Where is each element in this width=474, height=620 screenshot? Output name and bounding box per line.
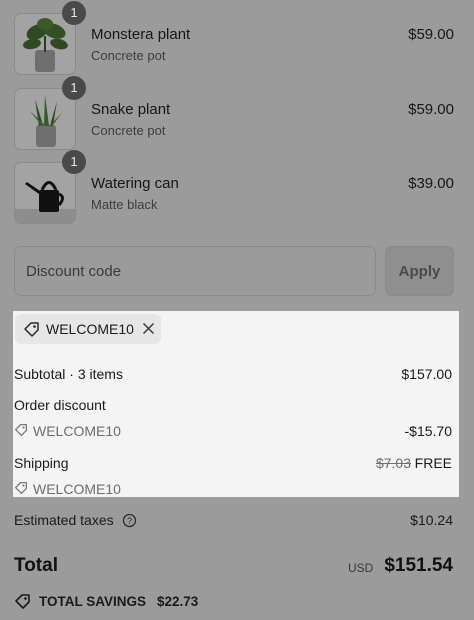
tag-icon	[24, 322, 39, 337]
applied-discount-chip: WELCOME10	[15, 314, 161, 344]
item-price: $59.00	[408, 101, 454, 118]
discount-code-input[interactable]	[14, 246, 376, 296]
taxes-value: $10.24	[410, 512, 453, 528]
discount-summary-panel: WELCOME10 Subtotal · 3 items $157.00 Ord…	[13, 311, 459, 497]
tag-icon	[14, 423, 28, 437]
cart-item: 1 Monstera plant Concrete pot $59.00	[14, 1, 454, 75]
tag-icon	[14, 481, 28, 495]
item-variant: Matte black	[91, 197, 158, 212]
shipping-discount-code: WELCOME10	[33, 481, 121, 497]
applied-discount-code: WELCOME10	[46, 321, 134, 337]
item-name: Monstera plant	[91, 26, 191, 43]
cart-item: 1 Watering can Matte black $39.00	[14, 150, 454, 224]
cart-item: 1 Snake plant Concrete pot $59.00	[14, 76, 454, 150]
quantity-badge: 1	[62, 76, 86, 100]
quantity-badge: 1	[62, 1, 86, 25]
total-savings-value: $22.73	[157, 594, 199, 609]
total-savings-label: TOTAL SAVINGS	[39, 594, 147, 609]
svg-text:?: ?	[127, 516, 132, 526]
taxes-label: Estimated taxes	[14, 512, 114, 528]
currency-code: USD	[348, 561, 374, 575]
order-discount-value: -$15.70	[404, 423, 452, 439]
remove-discount-icon[interactable]	[142, 322, 155, 335]
subtotal-value: $157.00	[401, 366, 452, 382]
item-price: $39.00	[408, 175, 454, 192]
item-price: $59.00	[408, 26, 454, 43]
info-icon[interactable]: ?	[122, 513, 137, 528]
total-value: $151.54	[384, 555, 453, 576]
subtotal-label: Subtotal · 3 items	[14, 366, 123, 382]
order-discount-label: Order discount	[14, 397, 106, 413]
quantity-badge: 1	[62, 150, 86, 174]
shipping-original-price: $7.03	[375, 455, 411, 471]
item-variant: Concrete pot	[91, 123, 166, 138]
apply-button[interactable]: Apply	[385, 246, 454, 296]
item-variant: Concrete pot	[91, 48, 166, 63]
tag-icon	[15, 594, 30, 609]
item-name: Watering can	[91, 175, 179, 192]
shipping-value: FREE	[414, 455, 452, 471]
item-name: Snake plant	[91, 101, 171, 118]
order-discount-code: WELCOME10	[33, 423, 121, 439]
total-label: Total	[14, 555, 58, 576]
shipping-label: Shipping	[14, 455, 69, 471]
